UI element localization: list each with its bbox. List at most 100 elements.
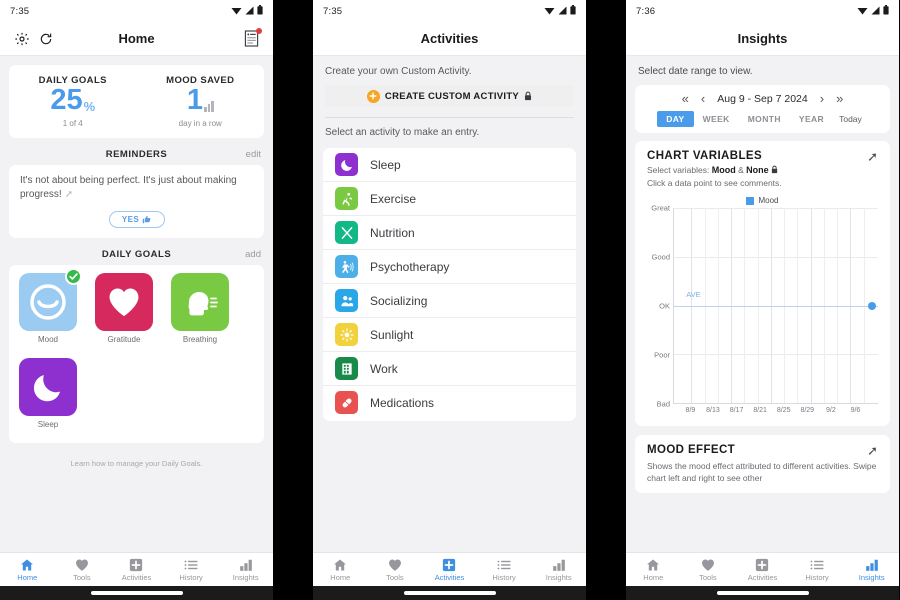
list-item[interactable]: Psychotherapy	[323, 250, 576, 284]
status-time: 7:35	[10, 5, 30, 17]
battery-icon	[883, 2, 889, 20]
home-icon	[21, 558, 34, 571]
tab-year[interactable]: YEAR	[790, 111, 833, 127]
insights-scroll-body: Select date range to view. « ‹ Aug 9 - S…	[626, 56, 899, 552]
building-icon	[335, 357, 358, 380]
nav-item-tools[interactable]: Tools	[681, 558, 736, 582]
legend-swatch-mood	[746, 196, 755, 205]
prev-page-double-icon[interactable]: «	[682, 92, 689, 105]
tab-day[interactable]: DAY	[657, 111, 694, 127]
stat-daily-goals[interactable]: DAILY GOALS 25 % 1 of 4	[9, 75, 137, 128]
chart-plot-area[interactable]: AVE	[673, 208, 878, 404]
today-button[interactable]: Today	[833, 111, 868, 127]
stat-unit: %	[83, 98, 96, 114]
home-indicator	[0, 586, 273, 600]
nav-label: Activities	[121, 572, 152, 582]
nav-label: History	[805, 572, 829, 582]
ampersand: &	[738, 165, 744, 175]
stat-mood-saved[interactable]: MOOD SAVED 1 day in a row	[137, 75, 265, 128]
status-icons	[857, 2, 889, 20]
goal-label: Breathing	[182, 334, 218, 344]
nav-item-insights[interactable]: Insights	[844, 558, 899, 582]
phone-screen-insights: 7:36 Insights Select date range to view.…	[626, 0, 899, 600]
click-data-point-hint: Click a data point to see comments.	[647, 178, 782, 188]
share-arrow-icon[interactable]: ➚	[65, 188, 73, 203]
y-tick-good: Good	[651, 252, 670, 262]
nav-item-tools[interactable]: Tools	[55, 558, 110, 582]
y-tick-great: Great	[651, 203, 670, 213]
daily-goals-title: DAILY GOALS	[101, 248, 172, 260]
refresh-icon[interactable]	[34, 27, 58, 51]
list-item[interactable]: Exercise	[323, 182, 576, 216]
goal-tile-gratitude[interactable]: Gratitude	[95, 272, 153, 344]
list-item[interactable]: Work	[323, 352, 576, 386]
people-icon	[335, 289, 358, 312]
x-tick: 9/2	[825, 407, 836, 414]
x-tick: 8/9	[685, 407, 696, 414]
notes-icon[interactable]	[239, 27, 263, 51]
daily-goals-add-button[interactable]: add	[245, 249, 261, 260]
nav-item-insights[interactable]: Insights	[531, 558, 586, 582]
goal-label: Sleep	[37, 419, 59, 429]
x-tick: 8/13	[706, 407, 720, 414]
home-footnote[interactable]: Learn how to manage your Daily Goals.	[0, 443, 273, 468]
nav-item-home[interactable]: Home	[626, 558, 681, 582]
phone-screen-home: 7:35 Home DAILY GOALS 25 % 1 of 4 MOOD S…	[0, 0, 273, 600]
nav-item-home[interactable]: Home	[313, 558, 368, 582]
goal-tile-breathing[interactable]: Breathing	[171, 272, 229, 344]
date-range-value[interactable]: Aug 9 - Sep 7 2024	[717, 93, 808, 105]
nav-item-insights[interactable]: Insights	[218, 558, 273, 582]
share-arrow-icon[interactable]: ➚	[867, 444, 878, 457]
x-tick: 8/29	[800, 407, 815, 414]
goal-tile-mood[interactable]: Mood	[19, 267, 82, 344]
prev-page-icon[interactable]: ‹	[701, 92, 705, 105]
chart-y-axis: Great Good OK Poor Bad	[647, 204, 673, 409]
stats-card: DAILY GOALS 25 % 1 of 4 MOOD SAVED 1 day…	[9, 65, 264, 138]
data-point[interactable]	[867, 301, 876, 310]
battery-icon	[257, 2, 263, 20]
bar-chart-icon	[239, 559, 252, 571]
list-item[interactable]: Socializing	[323, 284, 576, 318]
list-item[interactable]: Sunlight	[323, 318, 576, 352]
tab-month[interactable]: MONTH	[739, 111, 790, 127]
tab-week[interactable]: WEEK	[694, 111, 739, 127]
variable-b[interactable]: None	[746, 165, 769, 175]
status-time: 7:36	[636, 5, 656, 17]
nav-item-history[interactable]: History	[477, 558, 532, 582]
heart-icon	[388, 558, 401, 571]
nav-item-activities[interactable]: Activities	[735, 558, 790, 582]
app-bar: Home	[0, 22, 273, 56]
status-bar: 7:35	[0, 0, 273, 22]
variable-a[interactable]: Mood	[712, 165, 736, 175]
select-variables-row[interactable]: Select variables: Mood & None	[647, 165, 782, 175]
mood-chart[interactable]: Great Good OK Poor Bad AVE	[647, 204, 878, 409]
nav-label: Activities	[434, 572, 465, 582]
nav-item-activities[interactable]: Activities	[109, 558, 164, 582]
list-item[interactable]: Medications	[323, 386, 576, 419]
bottom-nav: Home Tools Activities History Insights	[313, 552, 586, 586]
moon-icon	[335, 153, 358, 176]
list-item[interactable]: Sleep	[323, 148, 576, 182]
lock-icon	[771, 165, 778, 174]
next-page-icon[interactable]: ›	[820, 92, 824, 105]
nav-item-home[interactable]: Home	[0, 558, 55, 582]
reminder-text: It's not about being perfect. It's just …	[20, 174, 253, 203]
page-title: Activities	[420, 31, 479, 46]
mood-effect-description: Shows the mood effect attributed to diff…	[647, 461, 877, 484]
activity-label: Work	[370, 361, 398, 376]
nav-item-history[interactable]: History	[790, 558, 845, 582]
create-custom-activity-button[interactable]: CREATE CUSTOM ACTIVITY	[325, 85, 574, 107]
nav-item-history[interactable]: History	[164, 558, 219, 582]
reminders-edit-button[interactable]: edit	[246, 149, 261, 160]
nav-label: History	[179, 572, 203, 582]
settings-gear-icon[interactable]	[10, 27, 34, 51]
reminder-yes-button[interactable]: YES	[108, 210, 165, 228]
chart-variables-title: CHART VARIABLES	[647, 150, 763, 162]
nav-item-tools[interactable]: Tools	[368, 558, 423, 582]
nav-label: Home	[643, 572, 664, 582]
goal-tile-sleep[interactable]: Sleep	[19, 357, 77, 429]
list-item[interactable]: Nutrition	[323, 216, 576, 250]
share-arrow-icon[interactable]: ➚	[867, 150, 878, 163]
nav-item-activities[interactable]: Activities	[422, 558, 477, 582]
next-page-double-icon[interactable]: »	[836, 92, 843, 105]
